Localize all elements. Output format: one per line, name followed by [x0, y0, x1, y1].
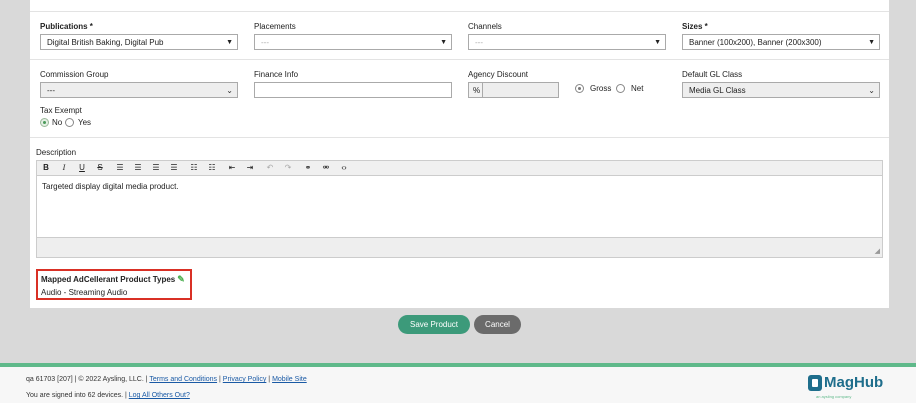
code-icon[interactable]: ‹› — [339, 163, 349, 172]
italic-icon[interactable]: I — [59, 163, 69, 172]
mapped-product-types-box: Mapped AdCellerant Product Types ✎ Audio … — [36, 269, 192, 300]
cancel-button[interactable]: Cancel — [474, 315, 521, 334]
channels-value: --- — [475, 38, 483, 47]
percent-addon: % — [468, 82, 483, 98]
logo-subtext: an aysling company — [816, 394, 852, 399]
footer-line-2: You are signed into 62 devices. | Log Al… — [26, 392, 190, 399]
mapped-title-row: Mapped AdCellerant Product Types ✎ — [41, 274, 190, 285]
outdent-icon[interactable]: ⇤ — [227, 163, 237, 172]
redo-icon[interactable]: ↷ — [283, 163, 293, 172]
tax-exempt-no-label: No — [52, 118, 63, 127]
tax-exempt-yes-label: Yes — [78, 118, 92, 127]
logo-mark-icon — [808, 375, 822, 391]
divider — [30, 137, 889, 138]
numbered-list-icon[interactable]: ☷ — [207, 163, 217, 172]
net-label: Net — [631, 84, 644, 93]
finance-info-input[interactable] — [254, 82, 452, 98]
caret-down-icon: ▼ — [440, 39, 447, 46]
gross-radio[interactable] — [575, 84, 584, 93]
log-all-out-link[interactable]: Log All Others Out? — [129, 392, 190, 399]
chevron-updown-icon: ⌄ — [868, 86, 875, 95]
description-label: Description — [36, 148, 77, 157]
caret-down-icon: ▼ — [654, 39, 661, 46]
commission-group-value: --- — [47, 86, 55, 95]
tax-exempt-label: Tax Exempt — [40, 106, 82, 115]
editor-statusbar: ◢ — [36, 238, 883, 258]
unlink-icon[interactable]: ⚮ — [321, 163, 331, 172]
link-icon[interactable]: ⚭ — [303, 163, 313, 172]
placements-value: --- — [261, 38, 269, 47]
gross-label: Gross — [590, 84, 612, 93]
strikethrough-icon[interactable]: S — [95, 163, 105, 172]
product-form-card: Publications * Digital British Baking, D… — [30, 0, 889, 308]
bold-icon[interactable]: B — [41, 163, 51, 172]
default-gl-class-label: Default GL Class — [682, 70, 743, 79]
commission-group-select[interactable]: --- ⌄ — [40, 82, 238, 98]
align-center-icon[interactable]: ☰ — [133, 163, 143, 172]
sizes-value: Banner (100x200), Banner (200x300) — [689, 38, 822, 47]
agency-discount-input[interactable] — [482, 82, 559, 98]
divider — [30, 59, 889, 60]
default-gl-class-select[interactable]: Media GL Class ⌄ — [682, 82, 880, 98]
commission-group-label: Commission Group — [40, 70, 109, 79]
default-gl-class-value: Media GL Class — [689, 86, 746, 95]
mobile-site-link[interactable]: Mobile Site — [272, 376, 307, 383]
placements-label: Placements — [254, 22, 296, 31]
align-left-icon[interactable]: ☰ — [115, 163, 125, 172]
mapped-value: Audio - Streaming Audio — [41, 288, 128, 297]
signed-in-text: You are signed into 62 devices. | — [26, 392, 127, 399]
divider — [30, 11, 889, 12]
undo-icon[interactable]: ↶ — [265, 163, 275, 172]
logo-text: MagHub — [824, 374, 884, 391]
publications-value: Digital British Baking, Digital Pub — [47, 38, 164, 47]
tax-exempt-yes-radio[interactable] — [65, 118, 74, 127]
bullet-list-icon[interactable]: ☷ — [189, 163, 199, 172]
agency-discount-label: Agency Discount — [468, 70, 529, 79]
finance-info-label: Finance Info — [254, 70, 299, 79]
description-text: Targeted display digital media product. — [42, 182, 179, 191]
align-justify-icon[interactable]: ☰ — [169, 163, 179, 172]
align-right-icon[interactable]: ☰ — [151, 163, 161, 172]
save-product-button[interactable]: Save Product — [398, 315, 470, 334]
placements-select[interactable]: --- ▼ — [254, 34, 452, 50]
chevron-updown-icon: ⌄ — [226, 86, 233, 95]
page-background: Publications * Digital British Baking, D… — [0, 0, 916, 363]
resize-handle-icon[interactable]: ◢ — [875, 247, 880, 255]
tax-exempt-no-radio[interactable] — [40, 118, 49, 127]
channels-select[interactable]: --- ▼ — [468, 34, 666, 50]
sizes-label: Sizes * — [682, 22, 708, 31]
caret-down-icon: ▼ — [868, 39, 875, 46]
description-editor[interactable]: Targeted display digital media product. — [36, 176, 883, 238]
terms-link[interactable]: Terms and Conditions — [149, 376, 217, 383]
footer-line-1: qa 61703 [207] | © 2022 Aysling, LLC. | … — [26, 376, 307, 383]
publications-select[interactable]: Digital British Baking, Digital Pub ▼ — [40, 34, 238, 50]
underline-icon[interactable]: U — [77, 163, 87, 172]
channels-label: Channels — [468, 22, 502, 31]
privacy-link[interactable]: Privacy Policy — [223, 376, 267, 383]
publications-label: Publications * — [40, 22, 93, 31]
caret-down-icon: ▼ — [226, 39, 233, 46]
mapped-title: Mapped AdCellerant Product Types — [41, 275, 176, 284]
editor-toolbar: B I U S ☰ ☰ ☰ ☰ ☷ ☷ ⇤ ⇥ ↶ ↷ ⚭ ⚮ ‹› — [36, 160, 883, 176]
sizes-select[interactable]: Banner (100x200), Banner (200x300) ▼ — [682, 34, 880, 50]
pencil-icon[interactable]: ✎ — [177, 274, 185, 284]
version-text: qa 61703 [207] | © 2022 Aysling, LLC. | — [26, 376, 148, 383]
maghub-logo: MagHub an aysling company — [808, 373, 883, 401]
net-radio[interactable] — [616, 84, 625, 93]
footer: qa 61703 [207] | © 2022 Aysling, LLC. | … — [0, 363, 916, 403]
indent-icon[interactable]: ⇥ — [245, 163, 255, 172]
